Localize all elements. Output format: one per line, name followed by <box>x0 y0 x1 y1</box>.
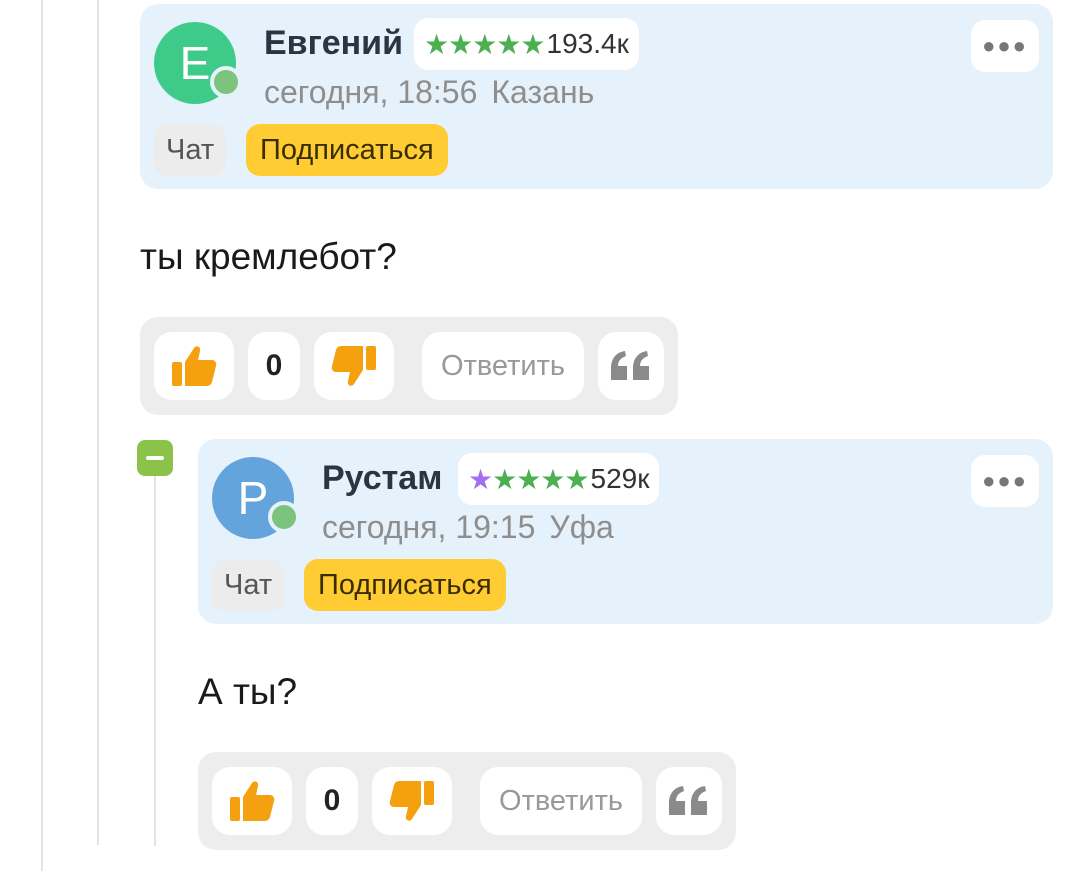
subscribe-button[interactable]: Подписаться <box>246 124 448 176</box>
rating-stars-icon: ★★★★★ <box>468 463 590 495</box>
thumbs-up-icon <box>172 346 217 386</box>
comment-header: E Евгений ★★★★★ 193.4к сегодня, 18:56 Каз… <box>140 4 1053 189</box>
reply-button[interactable]: Ответить <box>480 767 642 835</box>
more-options-button[interactable]: ●●● <box>971 20 1039 72</box>
comment-city: Казань <box>491 74 595 110</box>
rating-value: 193.4к <box>546 28 629 59</box>
score-value: 0 <box>248 332 300 400</box>
rating-badge: ★★★★★ 193.4к <box>414 18 639 70</box>
avatar-letter: E <box>179 37 211 89</box>
rating-value: 529к <box>590 463 650 494</box>
avatar[interactable]: E <box>154 22 242 104</box>
comment: E Евгений ★★★★★ 193.4к сегодня, 18:56 Каз… <box>140 4 1053 415</box>
thumbs-down-icon <box>331 346 376 386</box>
chat-button[interactable]: Чат <box>154 124 227 176</box>
comment-header: P Рустам ★★★★★ 529к сегодня, 19:15 Уфа ●●… <box>198 439 1053 624</box>
dislike-button[interactable] <box>314 332 394 400</box>
online-indicator <box>268 501 300 533</box>
comment-text: ты кремлебот? <box>140 236 397 277</box>
quote-button[interactable] <box>656 767 722 835</box>
thread-line <box>97 0 99 845</box>
score-value: 0 <box>306 767 358 835</box>
comment-actions: 0 Ответить <box>140 317 678 415</box>
rating-stars-icon: ★★★★★ <box>424 28 546 60</box>
reply-button[interactable]: Ответить <box>422 332 584 400</box>
collapse-thread-button[interactable] <box>137 440 173 476</box>
comment-text: А ты? <box>198 671 298 712</box>
avatar[interactable]: P <box>212 457 300 539</box>
comment-date: сегодня, 18:56 <box>264 74 478 110</box>
author-name[interactable]: Евгений <box>264 24 403 63</box>
more-options-button[interactable]: ●●● <box>971 455 1039 507</box>
comment-date: сегодня, 19:15 <box>322 509 536 545</box>
quote-icon <box>611 351 649 380</box>
like-button[interactable] <box>154 332 234 400</box>
avatar-letter: P <box>237 472 269 524</box>
comment-reply: P Рустам ★★★★★ 529к сегодня, 19:15 Уфа ●●… <box>198 439 1053 850</box>
quote-button[interactable] <box>598 332 664 400</box>
dislike-button[interactable] <box>372 767 452 835</box>
comment-meta: сегодня, 19:15 Уфа <box>322 509 614 546</box>
thumbs-down-icon <box>389 781 434 821</box>
author-name[interactable]: Рустам <box>322 459 442 498</box>
online-indicator <box>210 66 242 98</box>
chat-button[interactable]: Чат <box>212 559 285 611</box>
quote-icon <box>669 786 707 815</box>
thread-line <box>154 476 156 846</box>
comment-city: Уфа <box>549 509 614 545</box>
comment-actions: 0 Ответить <box>198 752 736 850</box>
like-button[interactable] <box>212 767 292 835</box>
more-dots-icon: ●●● <box>982 468 1028 493</box>
rating-badge: ★★★★★ 529к <box>458 453 660 505</box>
thread-line <box>41 0 43 871</box>
collapse-minus-icon <box>146 456 164 460</box>
thumbs-up-icon <box>230 781 275 821</box>
comment-meta: сегодня, 18:56 Казань <box>264 74 594 111</box>
subscribe-button[interactable]: Подписаться <box>304 559 506 611</box>
more-dots-icon: ●●● <box>982 33 1028 58</box>
